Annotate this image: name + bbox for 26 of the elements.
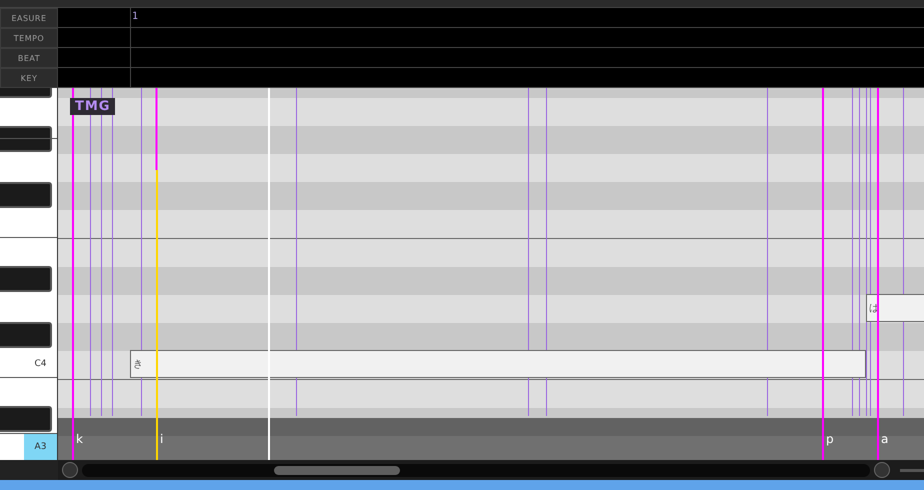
phoneme-marker[interactable] [822, 88, 824, 460]
row-label: KEY [0, 68, 58, 88]
scroll-left-button[interactable] [62, 462, 78, 478]
row-label: TEMPO [0, 28, 58, 48]
tmg-badge: TMG [70, 98, 116, 115]
phoneme-marker[interactable] [877, 88, 879, 460]
scrollbar-track[interactable] [82, 464, 870, 476]
sharp-key[interactable] [0, 126, 52, 152]
scroll-right-button[interactable] [874, 462, 890, 478]
measure-number: 1 [132, 11, 138, 22]
phoneme-label: p [826, 432, 834, 446]
key-label[interactable]: C4 [24, 350, 57, 378]
note-block[interactable]: き [130, 350, 866, 378]
sharp-key[interactable] [0, 266, 52, 292]
phoneme-marker[interactable] [72, 88, 74, 460]
phoneme-label: k [76, 432, 83, 446]
phoneme-label: a [881, 432, 888, 446]
key-label[interactable]: A3 [24, 434, 57, 460]
scrollbar-thumb[interactable] [274, 466, 400, 474]
row-label: BEAT [0, 48, 58, 68]
sharp-key[interactable] [0, 322, 52, 348]
row-label: EASURE [0, 8, 58, 28]
phoneme-marker[interactable] [156, 170, 158, 460]
sharp-key[interactable] [0, 406, 52, 432]
phoneme-label: i [160, 432, 164, 446]
sharp-key[interactable] [0, 182, 52, 208]
